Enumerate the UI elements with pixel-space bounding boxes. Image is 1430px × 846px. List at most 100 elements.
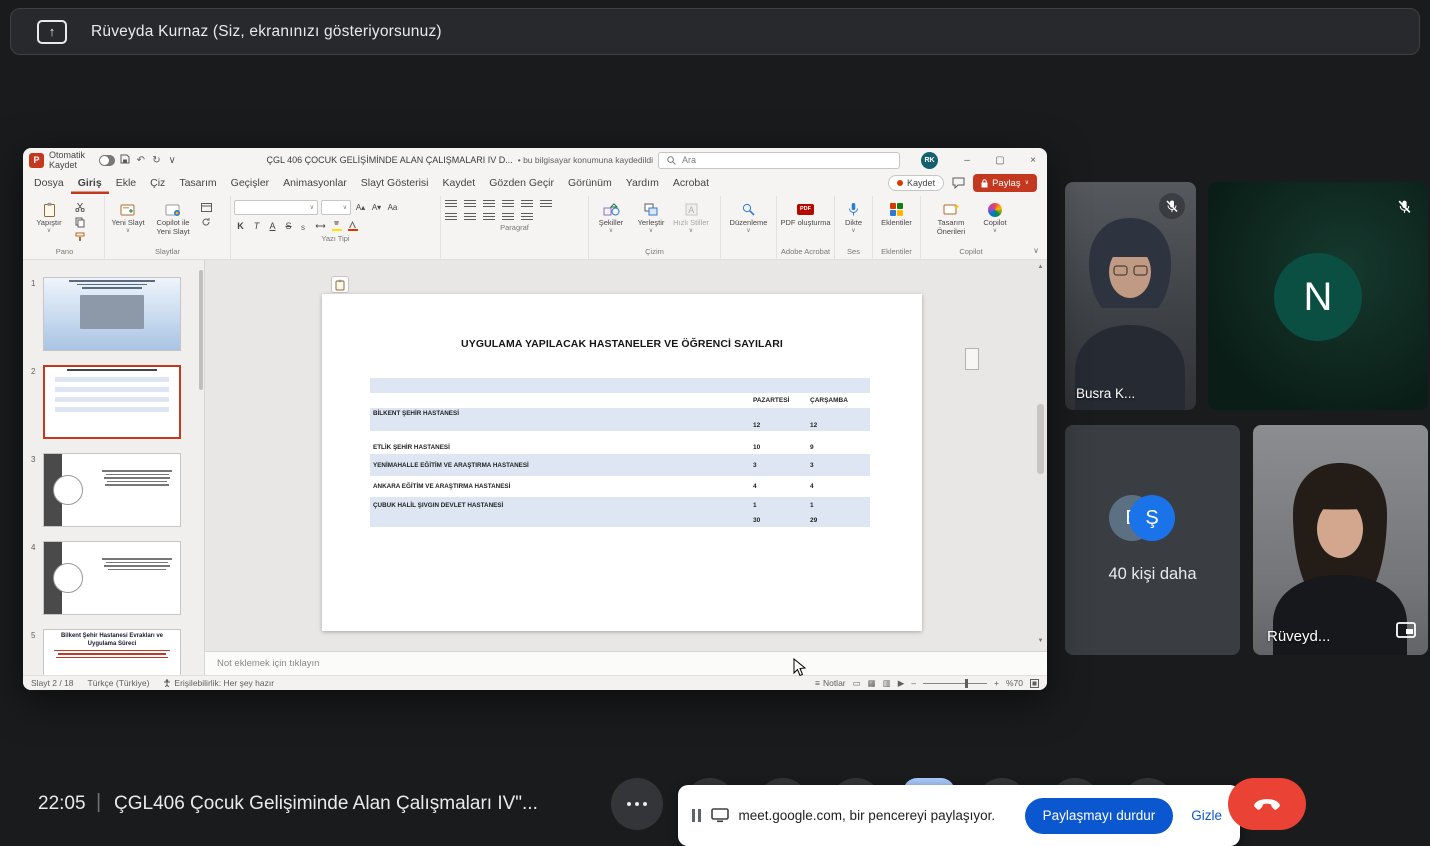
- align-center-icon[interactable]: [464, 213, 476, 222]
- pause-sharing-icon[interactable]: [692, 809, 701, 822]
- dictate-button[interactable]: Dikte ∨: [838, 198, 869, 234]
- participant-tile-busra[interactable]: Busra K...: [1065, 182, 1196, 410]
- shrink-font-button[interactable]: A▾: [370, 201, 383, 215]
- participant-tile-n[interactable]: N: [1208, 182, 1428, 410]
- slideshow-button[interactable]: ▶: [898, 678, 905, 689]
- search-input[interactable]: Ara: [658, 152, 900, 169]
- slide-canvas[interactable]: UYGULAMA YAPILACAK HASTANELER VE ÖĞRENCİ…: [322, 294, 922, 631]
- notes-toggle-button[interactable]: ≡ Notlar: [815, 678, 846, 688]
- menu-acrobat[interactable]: Acrobat: [666, 172, 716, 194]
- design-ideas-button[interactable]: Tasarım Önerileri: [928, 198, 974, 236]
- slide-thumbnail-4[interactable]: [43, 541, 181, 615]
- line-spacing-icon[interactable]: [521, 200, 533, 209]
- paste-button[interactable]: Yapıştır ∨: [28, 198, 70, 234]
- increase-indent-icon[interactable]: [502, 200, 514, 209]
- autosave-control[interactable]: Otomatik Kaydet: [49, 150, 115, 170]
- undo-icon[interactable]: ↶: [135, 155, 146, 166]
- scrollbar-thumb[interactable]: [1037, 404, 1044, 474]
- cut-icon[interactable]: [72, 201, 88, 213]
- menu-gecisler[interactable]: Geçişler: [224, 172, 277, 194]
- menu-ekle[interactable]: Ekle: [109, 172, 143, 194]
- menu-animasyonlar[interactable]: Animasyonlar: [276, 172, 354, 194]
- scroll-down-icon[interactable]: ▼: [1036, 638, 1045, 644]
- menu-gorunum[interactable]: Görünüm: [561, 172, 619, 194]
- copilot-new-slide-button[interactable]: Copilot ile Yeni Slayt: [150, 198, 196, 236]
- reading-view-button[interactable]: ▥: [883, 678, 891, 689]
- picture-in-picture-icon[interactable]: [1396, 622, 1416, 643]
- font-color-button[interactable]: [346, 219, 359, 233]
- share-button[interactable]: Paylaş ∨: [973, 174, 1037, 192]
- numbering-icon[interactable]: [464, 200, 476, 209]
- change-case-button[interactable]: Aa: [386, 201, 399, 215]
- reset-slide-icon[interactable]: [198, 216, 214, 228]
- fit-to-window-icon[interactable]: [1030, 679, 1039, 688]
- slide-thumbnail-5[interactable]: Bilkent Şehir Hastanesi Evrakları ve Uyg…: [43, 629, 181, 675]
- align-right-icon[interactable]: [483, 213, 495, 222]
- character-spacing-button[interactable]: [314, 219, 327, 233]
- restore-button[interactable]: ▢: [986, 148, 1014, 172]
- grow-font-button[interactable]: A▴: [354, 201, 367, 215]
- accessibility-status[interactable]: Erişilebilirlik: Her şey hazır: [163, 678, 274, 688]
- zoom-in-button[interactable]: +: [994, 678, 999, 688]
- strikethrough-button[interactable]: S: [282, 219, 295, 233]
- arrange-button[interactable]: Yerleştir ∨: [632, 198, 670, 234]
- bold-button[interactable]: K: [234, 219, 247, 233]
- leave-call-button[interactable]: [1228, 778, 1306, 830]
- quick-styles-button[interactable]: A Hızlı Stiller ∨: [672, 198, 710, 234]
- slide-thumbnail-1[interactable]: [43, 277, 181, 351]
- columns-icon[interactable]: [521, 213, 533, 222]
- close-button[interactable]: ×: [1019, 148, 1047, 172]
- menu-kaydet[interactable]: Kaydet: [435, 172, 482, 194]
- zoom-out-button[interactable]: –: [911, 678, 916, 688]
- redo-icon[interactable]: ↻: [151, 155, 162, 166]
- normal-view-button[interactable]: ▭: [853, 678, 861, 689]
- pdf-create-button[interactable]: PDF PDF oluşturma: [781, 198, 831, 228]
- font-size-combo[interactable]: ∨: [321, 200, 351, 215]
- editor-scrollbar[interactable]: ▲ ▼: [1036, 264, 1045, 644]
- language-status[interactable]: Türkçe (Türkiye): [88, 678, 150, 688]
- slide-sorter-view-button[interactable]: ▦: [868, 678, 876, 689]
- menu-gozden-gecir[interactable]: Gözden Geçir: [482, 172, 561, 194]
- shapes-button[interactable]: Şekiller ∨: [592, 198, 630, 234]
- highlight-color-button[interactable]: [330, 219, 343, 233]
- more-options-button[interactable]: [611, 778, 663, 830]
- format-painter-icon[interactable]: [72, 231, 88, 243]
- zoom-slider[interactable]: [923, 683, 987, 684]
- menu-slayt-gosterisi[interactable]: Slayt Gösterisi: [354, 172, 436, 194]
- notes-pane[interactable]: Not eklemek için tıklayın: [205, 651, 1047, 675]
- menu-ciz[interactable]: Çiz: [143, 172, 172, 194]
- overflow-participants-tile[interactable]: B Ş 40 kişi daha: [1065, 425, 1240, 655]
- decrease-indent-icon[interactable]: [483, 200, 495, 209]
- user-avatar[interactable]: RK: [921, 152, 938, 169]
- minimize-button[interactable]: –: [953, 148, 981, 172]
- copilot-button[interactable]: Copilot ∨: [976, 198, 1014, 234]
- zoom-slider-thumb[interactable]: [965, 679, 968, 688]
- addins-button[interactable]: Eklentiler: [876, 198, 917, 228]
- paste-options-float-button[interactable]: [331, 276, 349, 293]
- scroll-up-icon[interactable]: ▲: [1036, 264, 1045, 270]
- slide-layout-icon[interactable]: [198, 201, 214, 213]
- slide-thumbnail-2-selected[interactable]: [43, 365, 181, 439]
- hide-notification-link[interactable]: Gizle: [1191, 808, 1222, 823]
- comments-icon[interactable]: [952, 177, 965, 189]
- quick-access-chevron-icon[interactable]: ∨: [167, 155, 178, 166]
- participant-tile-ruveyda[interactable]: Rüveyd...: [1253, 425, 1428, 655]
- new-slide-button[interactable]: Yeni Slayt ∨: [108, 198, 148, 234]
- editing-button[interactable]: Düzenleme ∨: [725, 198, 773, 234]
- autosave-toggle[interactable]: [99, 155, 114, 166]
- thumbnail-scrollbar[interactable]: [199, 270, 203, 390]
- saved-status[interactable]: • bu bilgisayar konumuna kaydedildi: [518, 155, 653, 165]
- bullets-icon[interactable]: [445, 200, 457, 209]
- collapse-ribbon-icon[interactable]: ∨: [1033, 246, 1045, 259]
- menu-yardim[interactable]: Yardım: [619, 172, 666, 194]
- text-shadow-button[interactable]: s: [298, 219, 311, 233]
- stop-sharing-button[interactable]: Paylaşmayı durdur: [1025, 798, 1174, 834]
- menu-dosya[interactable]: Dosya: [27, 172, 71, 194]
- underline-button[interactable]: A: [266, 219, 279, 233]
- text-direction-icon[interactable]: [540, 200, 552, 209]
- italic-button[interactable]: T: [250, 219, 263, 233]
- justify-icon[interactable]: [502, 213, 514, 222]
- menu-tasarim[interactable]: Tasarım: [172, 172, 223, 194]
- font-name-combo[interactable]: ∨: [234, 200, 318, 215]
- zoom-level[interactable]: %70: [1006, 678, 1023, 688]
